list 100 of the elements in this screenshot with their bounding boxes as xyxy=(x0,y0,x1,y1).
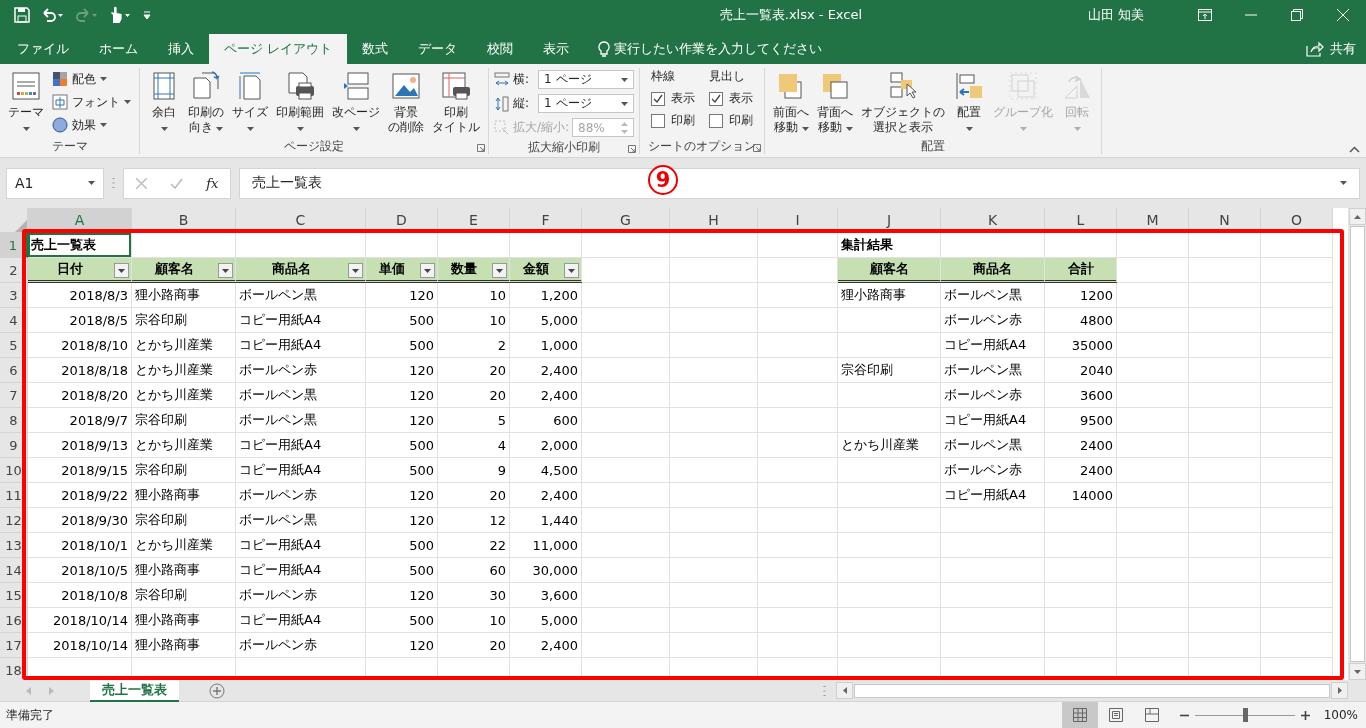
ribbon-button[interactable]: 印刷範囲 xyxy=(273,68,327,137)
dialog-launcher-icon[interactable] xyxy=(477,144,485,152)
checkbox[interactable]: 印刷 xyxy=(709,112,754,129)
table-cell: 30,000 xyxy=(510,558,582,583)
check-icon[interactable] xyxy=(169,177,183,189)
dialog-launcher-icon[interactable] xyxy=(628,145,637,153)
empty-cell xyxy=(1189,558,1261,583)
ribbon-button[interactable]: サイズ xyxy=(229,68,271,137)
ribbon-button[interactable]: 印刷 タイトル xyxy=(429,68,483,137)
ribbon-tab[interactable]: ページ レイアウト xyxy=(209,34,348,64)
ribbon-button[interactable]: 配置 xyxy=(950,68,989,137)
ribbon-tab[interactable]: データ xyxy=(403,34,473,64)
filter-button[interactable] xyxy=(348,263,363,278)
filter-button[interactable] xyxy=(218,263,233,278)
ribbon-button[interactable]: 効果 xyxy=(49,114,134,136)
empty-cell xyxy=(1189,633,1261,658)
font-sample-icon xyxy=(52,94,68,110)
table-cell: 10 xyxy=(438,308,510,333)
scroll-right-icon[interactable] xyxy=(1337,687,1342,694)
caret-icon xyxy=(568,268,575,273)
undo-icon[interactable] xyxy=(40,7,64,23)
empty-cell xyxy=(1189,308,1261,333)
column-heading: 商品名 xyxy=(941,258,1045,283)
column-heading: 商品名 xyxy=(271,260,311,278)
filter-button[interactable] xyxy=(492,263,507,278)
zoom-in-icon[interactable] xyxy=(1300,710,1310,720)
check-icon xyxy=(653,93,664,104)
collapse-ribbon-icon[interactable] xyxy=(1349,146,1360,153)
scale-icon xyxy=(494,119,510,136)
ribbon-button[interactable]: 背景 の削除 xyxy=(385,68,427,137)
table-cell: 35000 xyxy=(1045,333,1117,358)
option-heading: 見出し xyxy=(709,68,747,85)
scroll-up-icon[interactable] xyxy=(1353,214,1361,219)
table-cell: 2018/8/3 xyxy=(28,283,132,308)
table-cell: 120 xyxy=(366,408,438,433)
ribbon-tab[interactable]: ホーム xyxy=(84,34,153,64)
ribbon-button[interactable]: テーマ xyxy=(5,68,47,137)
sheet-title: 売上一覧表 xyxy=(28,233,132,258)
ribbon-button[interactable]: 改ページ xyxy=(329,68,383,137)
ribbon-button[interactable]: 余白 xyxy=(145,68,183,137)
vertical-scrollbar[interactable] xyxy=(1348,208,1366,680)
scroll-down-icon[interactable] xyxy=(1353,669,1361,674)
table-cell: 2,400 xyxy=(510,483,582,508)
table-cell: 2,400 xyxy=(510,383,582,408)
ribbon-tab[interactable]: 挿入 xyxy=(153,34,209,64)
name-box[interactable]: A1 xyxy=(6,167,104,199)
ribbon-button[interactable]: 配色 xyxy=(49,68,134,90)
dropdown-field[interactable]: 1 ページ xyxy=(538,94,635,113)
table-cell: とかち川産業 xyxy=(132,333,236,358)
table-cell: 狸小路商事 xyxy=(132,608,236,633)
table-cell: 宗谷印刷 xyxy=(132,408,236,433)
insert-function-button[interactable]: fx xyxy=(206,175,219,191)
ribbon-tab[interactable]: ファイル xyxy=(2,34,84,64)
empty-cell xyxy=(1189,458,1261,483)
save-icon[interactable] xyxy=(14,7,30,23)
table-cell: 2018/9/30 xyxy=(28,508,132,533)
empty-cell xyxy=(1117,308,1189,333)
ribbon-button[interactable]: 背面へ 移動 xyxy=(814,68,857,137)
horizontal-scrollbar[interactable] xyxy=(836,682,1348,699)
landscape-image-icon xyxy=(390,70,422,102)
column-heading: 数量 xyxy=(451,260,477,278)
table-cell: ボールペン黒 xyxy=(236,408,366,433)
theme-icon xyxy=(10,70,42,102)
ribbon-tab[interactable]: 数式 xyxy=(347,34,404,64)
tell-me-field[interactable]: 実行したい作業を入力してください xyxy=(598,34,823,64)
group-label: ページ設定 xyxy=(284,137,344,155)
ribbon-button[interactable]: 前面へ 移動 xyxy=(770,68,813,137)
dropdown-field[interactable]: 1 ページ xyxy=(538,70,635,89)
filter-button[interactable] xyxy=(114,263,129,278)
checkbox[interactable]: 印刷 xyxy=(651,112,696,129)
normal-view-button[interactable] xyxy=(1061,702,1098,728)
filter-button[interactable] xyxy=(420,263,435,278)
table-cell: 5,000 xyxy=(510,308,582,333)
dialog-launcher-icon[interactable] xyxy=(753,144,762,152)
column-heading: 金額 xyxy=(523,260,549,278)
table-cell: 2018/8/5 xyxy=(28,308,132,333)
ribbon-button[interactable]: 印刷の 向き xyxy=(185,68,227,137)
empty-cell xyxy=(1189,533,1261,558)
empty-cell xyxy=(1189,358,1261,383)
ribbon-button[interactable]: オブジェクトの 選択と表示 xyxy=(858,68,949,137)
checkbox[interactable]: 表示 xyxy=(709,90,754,107)
empty-cell xyxy=(1045,583,1117,608)
share-button[interactable]: 共有 xyxy=(1296,34,1366,64)
table-cell: 120 xyxy=(366,508,438,533)
sheet-tab[interactable]: 売上一覧表 xyxy=(90,679,179,702)
group-icon xyxy=(1007,70,1040,102)
table-cell: コピー用紙A4 xyxy=(236,308,366,333)
filter-button[interactable] xyxy=(564,263,579,278)
empty-cell xyxy=(1117,458,1189,483)
empty-cell xyxy=(1261,458,1333,483)
table-cell: 宗谷印刷 xyxy=(132,583,236,608)
ribbon-button[interactable]: フォント xyxy=(49,91,134,113)
scroll-left-icon[interactable] xyxy=(842,687,847,694)
table-cell: 宗谷印刷 xyxy=(132,458,236,483)
ribbon-tab[interactable]: 表示 xyxy=(528,34,585,64)
table-cell: 狸小路商事 xyxy=(838,283,941,308)
add-sheet-icon[interactable] xyxy=(209,682,225,699)
checkbox[interactable]: 表示 xyxy=(651,90,696,107)
customize-icon[interactable] xyxy=(142,10,152,20)
ribbon-tab[interactable]: 校閲 xyxy=(472,34,529,64)
